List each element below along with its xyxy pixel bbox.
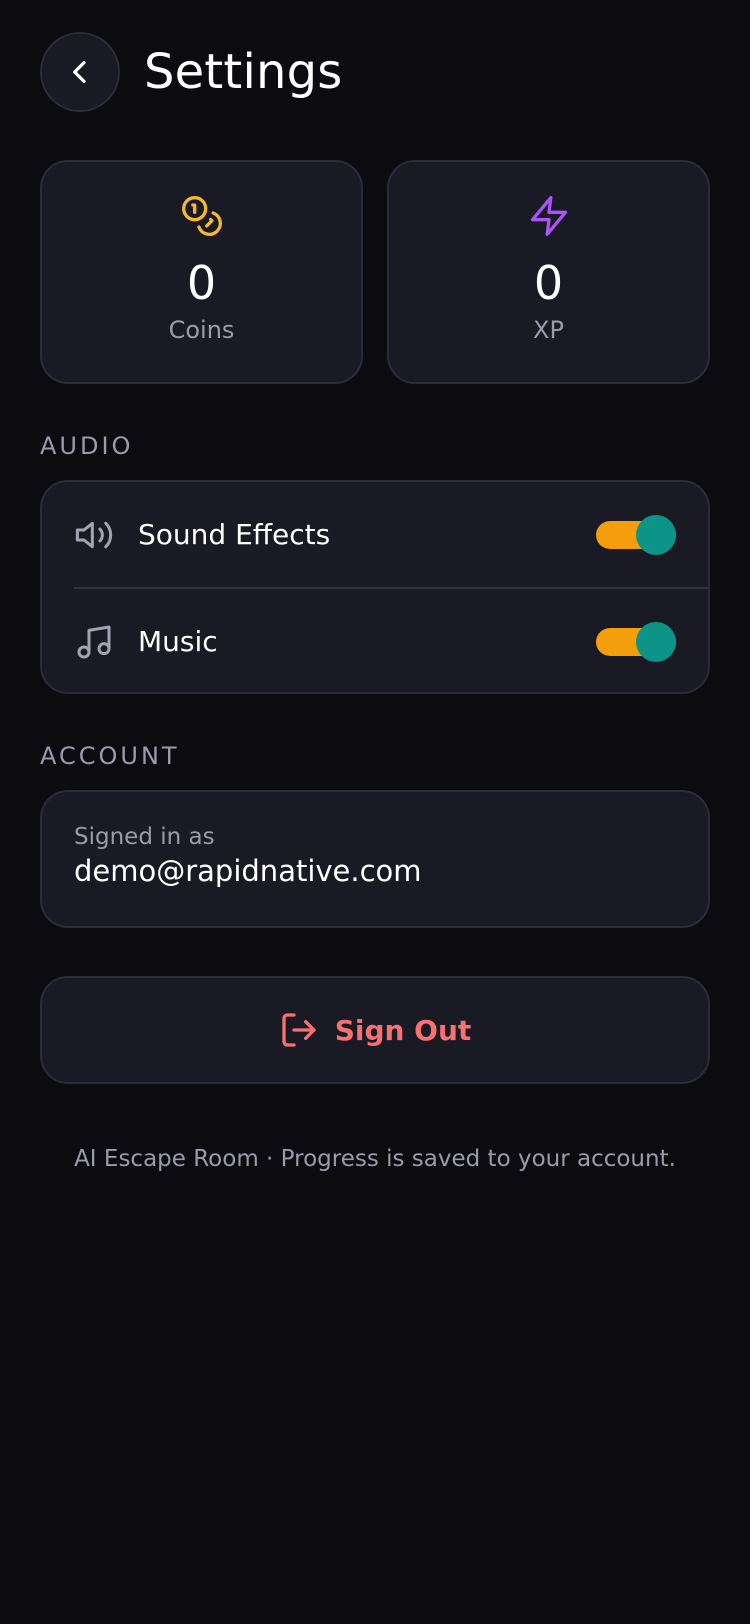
back-button[interactable] <box>40 32 120 112</box>
account-section-label: ACCOUNT <box>40 742 180 770</box>
sound-effects-toggle[interactable] <box>596 514 676 555</box>
sound-effects-label: Sound Effects <box>138 518 331 551</box>
xp-value: 0 <box>533 256 564 310</box>
music-note-icon <box>77 625 111 658</box>
toggle-thumb <box>636 621 676 662</box>
signed-in-caption: Signed in as <box>74 824 215 850</box>
audio-settings-card: Sound Effects Music <box>40 480 710 694</box>
toggle-thumb <box>636 514 676 555</box>
sign-out-button[interactable]: Sign Out <box>40 976 710 1084</box>
settings-screen: Settings 0 Coins 0 XP AUDIO Sound Effect… <box>0 0 750 1624</box>
music-label: Music <box>138 625 218 658</box>
chevron-left-icon <box>73 61 86 83</box>
coins-icon <box>181 196 222 236</box>
coins-card: 0 Coins <box>40 160 363 384</box>
account-email: demo@rapidnative.com <box>74 854 422 888</box>
footer-note: AI Escape Room · Progress is saved to yo… <box>74 1146 676 1172</box>
stats-row: 0 Coins 0 XP <box>40 160 710 384</box>
music-toggle[interactable] <box>596 621 676 662</box>
audio-section-label: AUDIO <box>40 432 134 460</box>
coins-value: 0 <box>186 256 217 310</box>
xp-card: 0 XP <box>387 160 710 384</box>
lightning-icon <box>530 196 567 236</box>
xp-label: XP <box>533 316 564 344</box>
header: Settings <box>40 32 342 112</box>
page-title: Settings <box>144 44 343 100</box>
sound-effects-row: Sound Effects <box>42 482 708 587</box>
music-row: Music <box>42 589 708 692</box>
logout-icon <box>282 1013 316 1047</box>
speaker-icon <box>75 521 113 548</box>
account-card: Signed in as demo@rapidnative.com <box>40 790 710 928</box>
coins-label: Coins <box>168 316 235 344</box>
sign-out-label: Sign Out <box>334 1013 472 1047</box>
